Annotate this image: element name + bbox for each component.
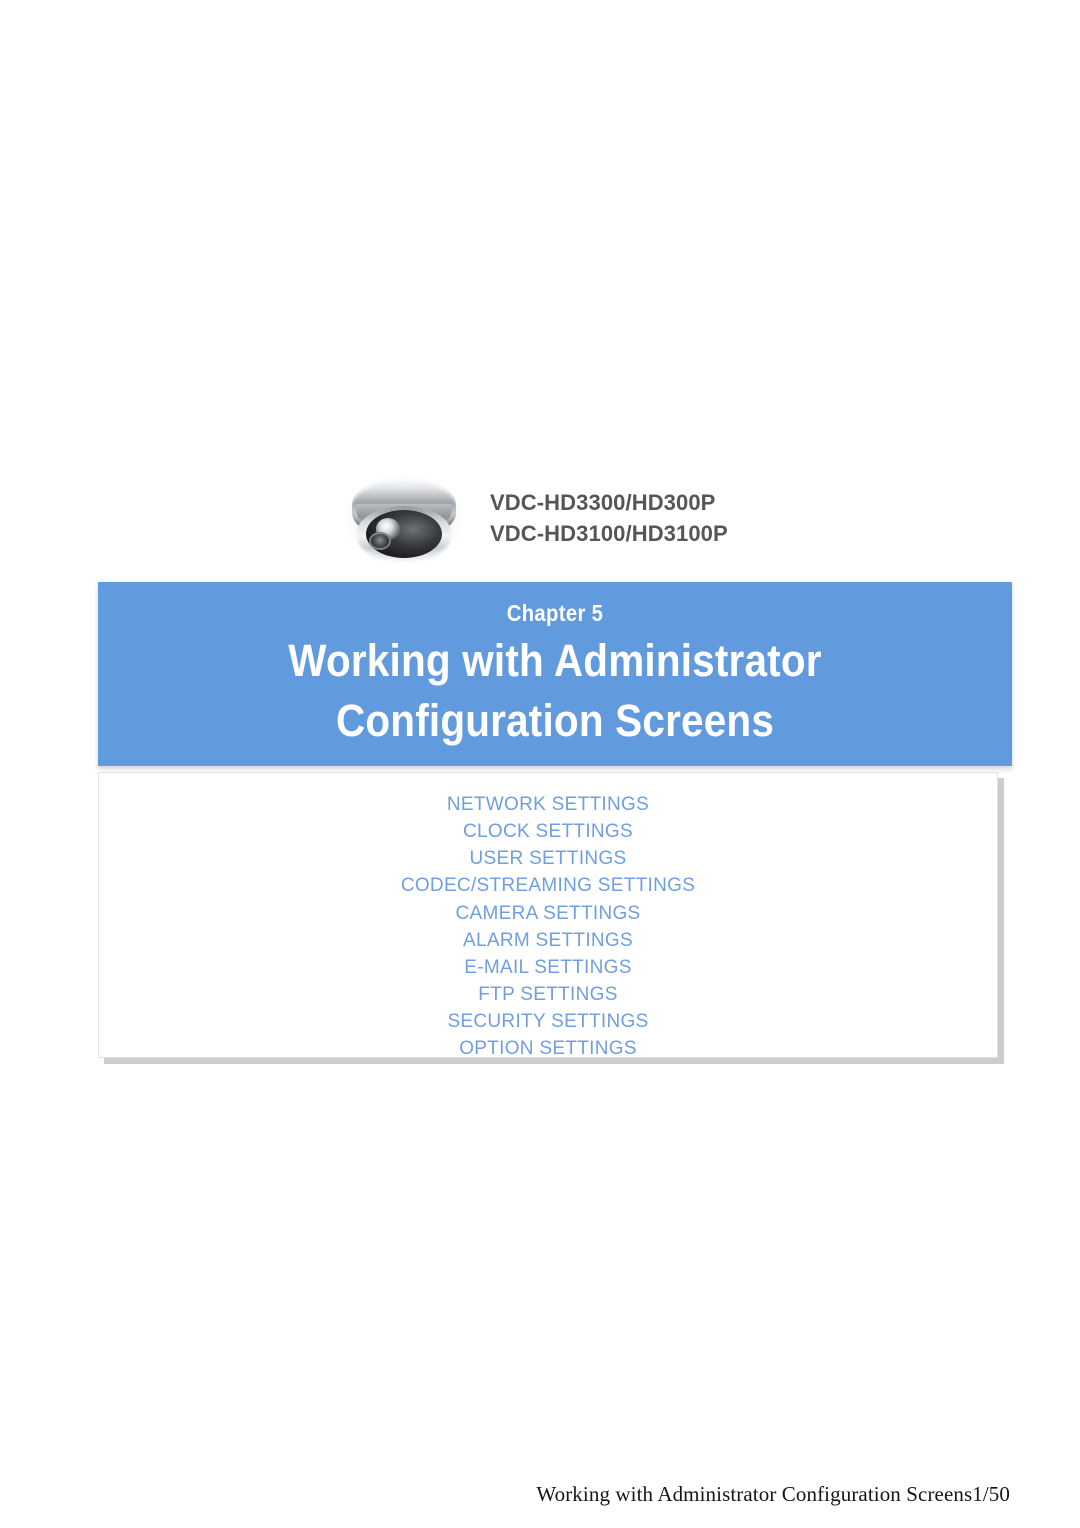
contents-item-ftp-settings: FTP SETTINGS: [478, 984, 618, 1006]
page-footer: Working with Administrator Configuration…: [536, 1482, 1010, 1506]
chapter-title-line-1: Working with Administrator: [288, 635, 822, 686]
chapter-number-label: Chapter 5: [506, 600, 604, 626]
contents-item-camera-settings: CAMERA SETTINGS: [455, 902, 641, 924]
contents-item-user-settings: USER SETTINGS: [469, 848, 627, 870]
contents-item-alarm-settings: ALARM SETTINGS: [463, 929, 633, 951]
contents-item-codec-streaming-settings: CODEC/STREAMING SETTINGS: [400, 875, 696, 897]
contents-item-clock-settings: CLOCK SETTINGS: [463, 821, 633, 843]
chapter-contents-box: NETWORK SETTINGS CLOCK SETTINGS USER SET…: [98, 772, 998, 1059]
product-header: VDC-HD3300/HD300P VDC-HD3100/HD3100P: [340, 462, 810, 574]
chapter-title-line-2: Configuration Screens: [335, 695, 775, 747]
contents-item-email-settings: E-MAIL SETTINGS: [464, 956, 632, 978]
product-model-names: VDC-HD3300/HD300P VDC-HD3100/HD3100P: [490, 489, 728, 548]
contents-item-security-settings: SECURITY SETTINGS: [447, 1011, 649, 1033]
product-model-line-1: VDC-HD3300/HD300P: [490, 489, 716, 515]
document-page: VDC-HD3300/HD300P VDC-HD3100/HD3100P Cha…: [0, 0, 1080, 1528]
contents-item-option-settings: OPTION SETTINGS: [459, 1038, 637, 1060]
chapter-banner: Chapter 5 Working with Administrator Con…: [98, 582, 1012, 766]
camera-lens-icon: [369, 532, 391, 550]
product-model-line-2: VDC-HD3100/HD3100P: [490, 521, 728, 546]
dome-camera-icon: [340, 466, 468, 570]
contents-item-network-settings: NETWORK SETTINGS: [446, 794, 650, 815]
